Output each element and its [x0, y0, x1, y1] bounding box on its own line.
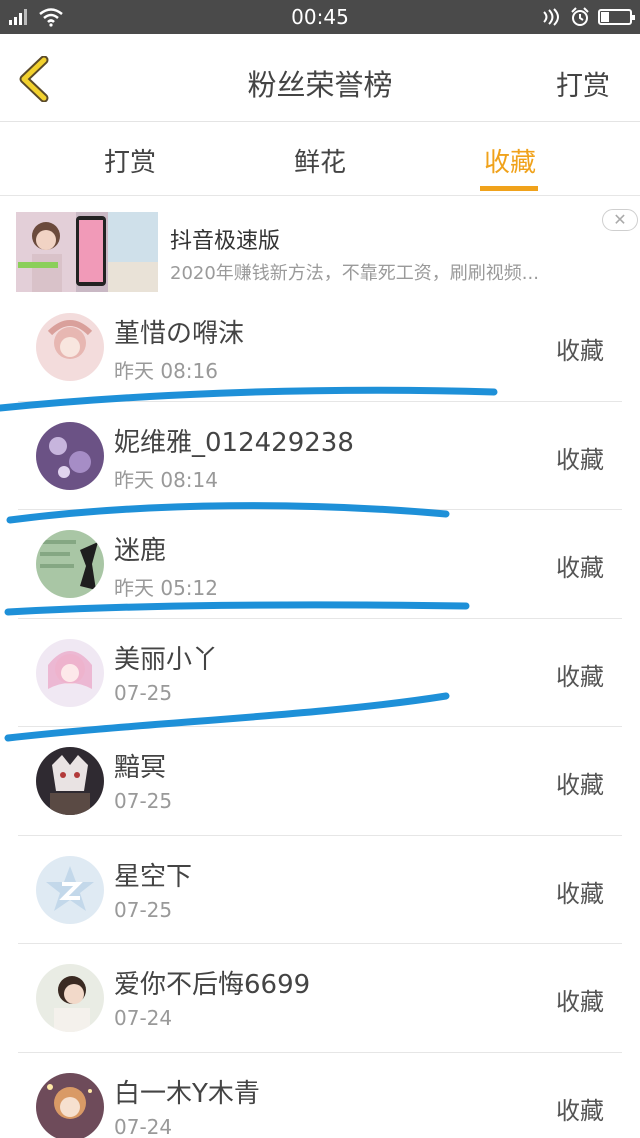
- tab-reward[interactable]: 打赏: [70, 142, 190, 179]
- ad-description: 2020年赚钱新方法，不靠死工资，刷刷视频...: [170, 263, 539, 284]
- fan-name: 美丽小丫: [114, 644, 219, 675]
- list-item[interactable]: 妮维雅_012429238 昨天 08:14 收藏: [0, 402, 640, 510]
- avatar: [36, 855, 104, 924]
- header: 粉丝荣誉榜 打赏: [0, 34, 640, 122]
- fan-name: 迷鹿: [114, 536, 167, 566]
- reward-button[interactable]: 打赏: [556, 64, 610, 103]
- avatar: [36, 530, 104, 598]
- list-item[interactable]: 爱你不后悔6699 07-24 收藏: [0, 944, 640, 1053]
- fan-name: 白一木Y木青: [114, 1078, 260, 1109]
- fan-time: 昨天 05:12: [114, 576, 218, 600]
- status-right-icons: [540, 6, 635, 28]
- fan-name: 堇惜の嘚沫: [114, 319, 245, 349]
- fan-time: 07-24: [114, 1114, 173, 1138]
- active-tab-indicator: [480, 186, 538, 191]
- list-item[interactable]: 白一木Y木青 07-24 收藏: [0, 1053, 640, 1138]
- favorite-label: 收藏: [556, 1096, 604, 1125]
- avatar: [36, 313, 104, 381]
- tab-label: 打赏: [103, 148, 156, 178]
- list-item[interactable]: 堇惜の嘚沫 昨天 08:16 收藏: [0, 293, 640, 402]
- tab-label: 鲜花: [293, 148, 346, 178]
- ad-close-icon[interactable]: ✕: [602, 209, 638, 231]
- list-item[interactable]: 迷鹿 昨天 05:12 收藏: [0, 510, 640, 619]
- battery-level: [601, 12, 609, 22]
- list-item[interactable]: 星空下 07-25 收藏: [0, 836, 640, 944]
- avatar: [36, 747, 104, 815]
- fan-time: 07-25: [114, 897, 173, 922]
- favorite-label: 收藏: [556, 445, 604, 474]
- fan-name: 黯冥: [114, 753, 167, 783]
- tab-favorites[interactable]: 收藏: [450, 142, 570, 191]
- favorite-label: 收藏: [556, 662, 604, 691]
- fan-list: 堇惜の嘚沫 昨天 08:16 收藏 妮维雅_012429238 昨天 08:14…: [0, 293, 640, 1138]
- alarm-icon: [571, 7, 589, 26]
- status-bar: 00:45: [0, 0, 640, 34]
- fan-name: 爱你不后悔6699: [114, 970, 311, 1000]
- favorite-label: 收藏: [556, 879, 604, 908]
- battery-icon: [598, 9, 635, 25]
- list-item[interactable]: 美丽小丫 07-25 收藏: [0, 619, 640, 727]
- favorite-label: 收藏: [556, 771, 604, 799]
- favorite-label: 收藏: [556, 554, 604, 582]
- tab-label: 收藏: [483, 148, 536, 178]
- fan-time: 07-24: [114, 1006, 173, 1030]
- tab-flowers[interactable]: 鲜花: [260, 142, 380, 179]
- avatar: [36, 638, 104, 707]
- avatar: [36, 1072, 104, 1138]
- fan-time: 昨天 08:14: [114, 467, 218, 492]
- fan-time: 07-25: [114, 680, 173, 705]
- list-item[interactable]: 黯冥 07-25 收藏: [0, 727, 640, 836]
- fan-time: 07-25: [114, 789, 173, 813]
- fan-name: 星空下: [114, 861, 193, 892]
- ad-banner[interactable]: 抖音极速版 2020年赚钱新方法，不靠死工资，刷刷视频... ✕: [0, 197, 640, 301]
- fan-name: 妮维雅_012429238: [114, 427, 354, 458]
- avatar: [36, 964, 104, 1032]
- fan-time: 昨天 08:16: [114, 359, 218, 383]
- page-title: 粉丝荣誉榜: [247, 68, 393, 102]
- favorite-label: 收藏: [556, 988, 604, 1016]
- nfc-icon: [543, 8, 559, 26]
- ad-title: 抖音极速版: [170, 229, 281, 254]
- avatar: [36, 421, 104, 490]
- tab-bar: 打赏 鲜花 收藏: [0, 122, 640, 196]
- favorite-label: 收藏: [556, 337, 604, 365]
- ad-thumbnail: [16, 212, 158, 292]
